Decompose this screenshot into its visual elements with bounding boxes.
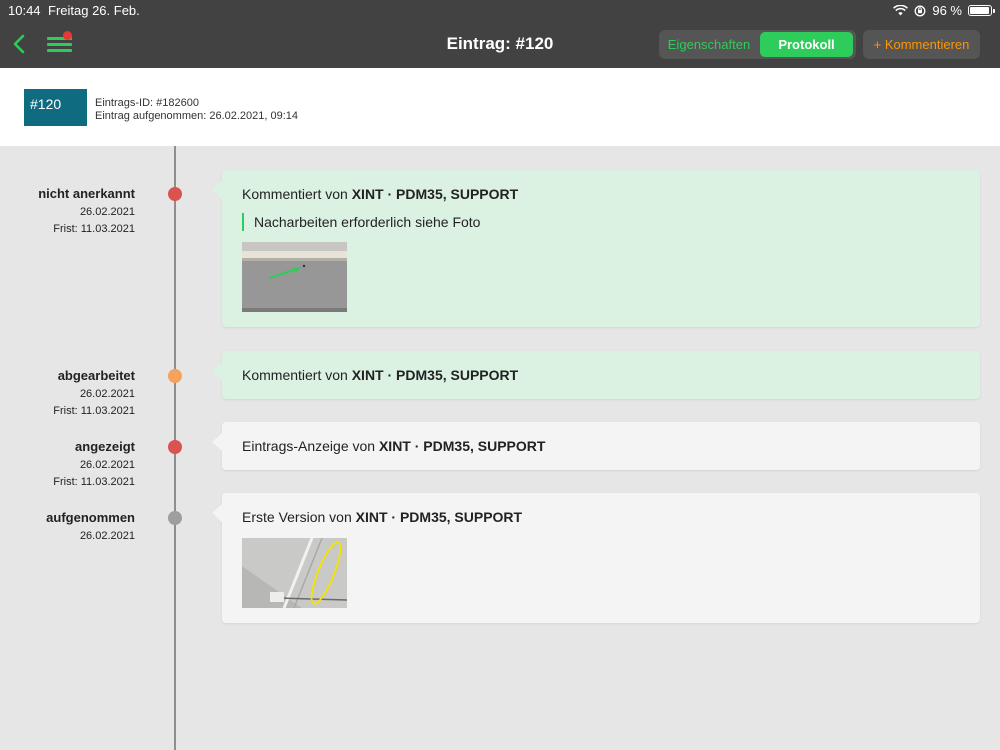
view-segmented-control: Eigenschaften Protokoll (659, 30, 856, 59)
event-deadline: Frist: 11.03.2021 (53, 476, 135, 488)
notification-dot (63, 31, 72, 40)
photo-thumbnail[interactable] (242, 538, 347, 608)
card-title: Kommentiert von XINT · PDM35, SUPPORT (242, 367, 518, 383)
event-deadline: Frist: 11.03.2021 (53, 223, 135, 235)
card-author: XINT · PDM35, SUPPORT (378, 438, 546, 454)
battery-icon (968, 5, 995, 16)
card-action: Erste Version von (242, 509, 356, 525)
entry-recorded: Eintrag aufgenommen: 26.02.2021, 09:14 (95, 110, 299, 122)
timeline-status-dot (168, 511, 182, 525)
wifi-icon (893, 5, 909, 16)
card-action: Kommentiert von (242, 186, 352, 202)
photo-wall-crack (242, 242, 347, 312)
timeline-card[interactable]: Kommentiert von XINT · PDM35, SUPPORT Na… (212, 170, 980, 327)
timeline-event-label: aufgenommen 26.02.2021 (46, 510, 135, 545)
event-status: nicht anerkannt (38, 186, 135, 201)
status-indicators: 96 % (893, 3, 995, 18)
menu-bar (47, 49, 72, 52)
timeline-status-dot (168, 369, 182, 383)
status-time: 10:44 (8, 3, 41, 18)
card-pointer (212, 504, 222, 522)
rotation-lock-icon (914, 5, 926, 16)
comment-quote: Nacharbeiten erforderlich siehe Foto (242, 213, 480, 231)
event-status: aufgenommen (46, 510, 135, 525)
timeline-card[interactable]: Erste Version von XINT · PDM35, SUPPORT (212, 493, 980, 623)
card-pointer (212, 181, 222, 199)
event-status: angezeigt (75, 439, 135, 454)
battery-percent: 96 % (932, 3, 962, 18)
timeline-event-label: angezeigt 26.02.2021 Frist: 11.03.2021 (53, 439, 135, 491)
event-status: abgearbeitet (57, 368, 135, 383)
card-author: XINT · PDM35, SUPPORT (355, 509, 523, 525)
menu-bar (47, 43, 72, 46)
card-author: XINT · PDM35, SUPPORT (351, 186, 519, 202)
menu-button[interactable] (46, 31, 74, 56)
timeline-status-dot (168, 440, 182, 454)
card-title: Eintrags-Anzeige von XINT · PDM35, SUPPO… (242, 438, 545, 454)
event-date: 26.02.2021 (79, 388, 135, 400)
timeline-card[interactable]: Kommentiert von XINT · PDM35, SUPPORT (212, 351, 980, 399)
card-title: Kommentiert von XINT · PDM35, SUPPORT (242, 186, 518, 202)
chevron-left-icon (13, 34, 25, 54)
card-pointer (212, 433, 222, 451)
status-date: Freitag 26. Feb. (48, 3, 140, 18)
timeline-card[interactable]: Eintrags-Anzeige von XINT · PDM35, SUPPO… (212, 422, 980, 470)
event-deadline: Frist: 11.03.2021 (53, 405, 135, 417)
photo-thumbnail[interactable] (242, 242, 347, 312)
status-bar: 10:44 Freitag 26. Feb. 96 % (0, 0, 1000, 20)
entry-id: Eintrags-ID: #182600 (95, 97, 199, 109)
entry-header: #120 Eintrags-ID: #182600 Eintrag aufgen… (0, 68, 1000, 146)
add-comment-button[interactable]: + Kommentieren (863, 30, 980, 59)
event-date: 26.02.2021 (79, 459, 135, 471)
event-date: 26.02.2021 (79, 206, 135, 218)
top-bar: 10:44 Freitag 26. Feb. 96 % Eintrag: #12… (0, 0, 1000, 68)
event-date: 26.02.2021 (79, 530, 135, 542)
entry-number-badge: #120 (24, 89, 87, 126)
back-button[interactable] (8, 30, 34, 58)
timeline-event-label: nicht anerkannt 26.02.2021 Frist: 11.03.… (38, 186, 135, 238)
card-pointer (212, 362, 222, 380)
tab-properties[interactable]: Eigenschaften (661, 32, 757, 57)
timeline-status-dot (168, 187, 182, 201)
card-action: Eintrags-Anzeige von (242, 438, 379, 454)
entry-meta: Eintrags-ID: #182600 Eintrag aufgenommen… (95, 97, 298, 123)
photo-ceiling-pipe (242, 538, 347, 608)
battery-fill (970, 7, 990, 14)
card-action: Kommentiert von (242, 367, 352, 383)
card-title: Erste Version von XINT · PDM35, SUPPORT (242, 509, 522, 525)
tab-protocol[interactable]: Protokoll (760, 32, 853, 57)
card-author: XINT · PDM35, SUPPORT (351, 367, 519, 383)
timeline-event-label: abgearbeitet 26.02.2021 Frist: 11.03.202… (53, 368, 135, 420)
